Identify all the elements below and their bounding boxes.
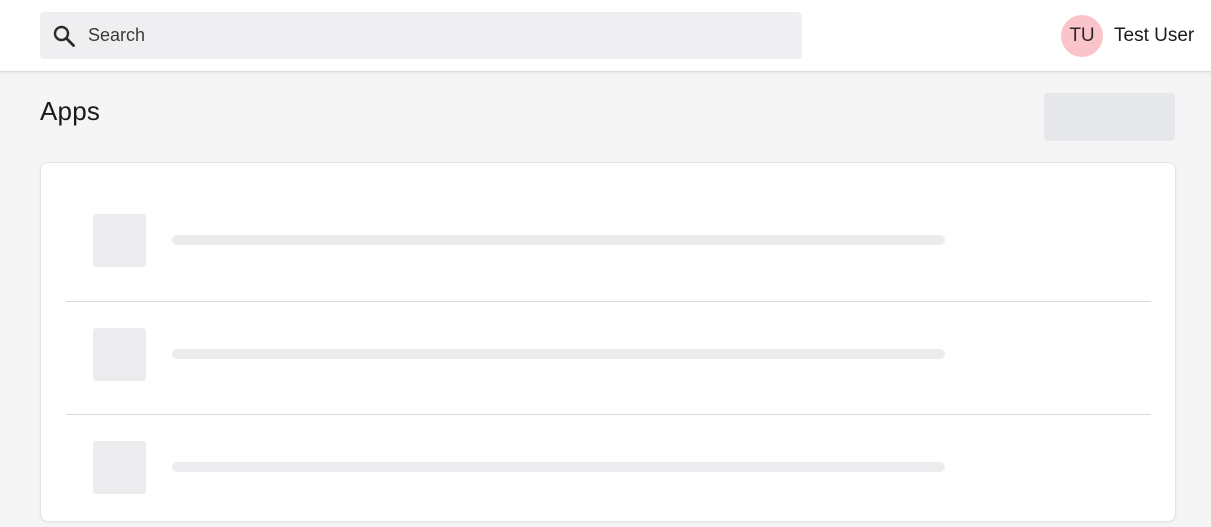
search-box[interactable]	[40, 12, 802, 59]
page-title: Apps	[40, 96, 101, 126]
app-icon-skeleton	[93, 441, 146, 494]
apps-list-card	[40, 162, 1176, 522]
header-action-skeleton	[1044, 93, 1175, 141]
list-item-skeleton	[66, 301, 1151, 414]
avatar-initials: TU	[1069, 24, 1095, 46]
avatar[interactable]: TU	[1061, 14, 1103, 57]
app-icon-skeleton	[93, 328, 146, 381]
user-menu[interactable]: TU Test User	[1061, 14, 1194, 57]
app-name-skeleton	[172, 235, 945, 245]
list-item-skeleton	[66, 414, 1151, 527]
search-input[interactable]	[88, 12, 788, 59]
app-name-skeleton	[172, 349, 945, 359]
search-icon	[53, 25, 75, 47]
app-name-skeleton	[172, 462, 945, 472]
list-item-skeleton	[66, 188, 1151, 301]
top-bar: TU Test User	[0, 0, 1211, 72]
user-name[interactable]: Test User	[1114, 25, 1194, 47]
app-icon-skeleton	[93, 214, 146, 267]
